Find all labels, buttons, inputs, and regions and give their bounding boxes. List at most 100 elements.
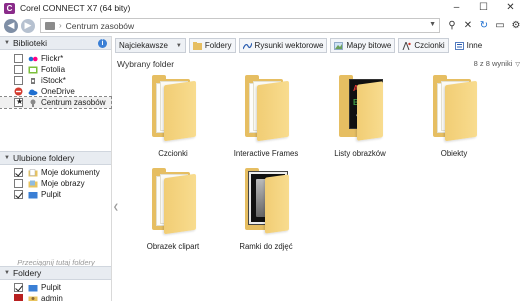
folder-tile[interactable]: Ramki do zdjęć (221, 166, 311, 266)
filter-label: Czcionki (414, 41, 445, 50)
folder-tree-item[interactable]: Pulpit (0, 282, 111, 293)
onedrive-icon (28, 89, 38, 95)
minimize-button[interactable]: – (443, 0, 470, 16)
library-item-flickr[interactable]: Flickr* (0, 53, 111, 64)
favorite-item[interactable]: Moje dokumenty (0, 167, 111, 178)
location-folder-icon (45, 21, 55, 30)
folder-tile[interactable]: A H B Y ❤ Listy obrazków (315, 73, 405, 173)
search-icon[interactable]: ⚲ (444, 18, 460, 33)
collapse-arrow-icon[interactable]: ▼ (4, 40, 10, 46)
refresh-icon[interactable]: ↻ (476, 18, 492, 33)
collapse-arrow-icon[interactable]: ▼ (4, 270, 10, 276)
favorite-checkbox[interactable] (14, 168, 23, 177)
library-checkbox[interactable] (14, 76, 23, 85)
library-item-fotolia[interactable]: Fotolia (0, 64, 111, 75)
folder-label: admin (41, 294, 63, 301)
close-button[interactable]: ✕ (497, 0, 524, 16)
arrow-left-icon: ◀ (7, 20, 15, 30)
folder-icon: A H B Y ❤ (333, 73, 387, 143)
user-folder-icon (28, 296, 38, 301)
window-controls: – ☐ ✕ (443, 0, 524, 16)
folders-header[interactable]: ▼ Foldery (0, 266, 111, 280)
font-icon (402, 41, 412, 50)
library-checkbox[interactable]: ★ (14, 97, 23, 107)
folder-tree-item[interactable]: admin (0, 293, 111, 301)
results-count[interactable]: 8 z 8 wyniki ▽ (474, 59, 520, 68)
folder-icon (427, 73, 481, 143)
folder-label: Obrazek clipart (146, 242, 200, 251)
flickr-icon (28, 56, 38, 61)
sort-dropdown[interactable]: Najciekawsze ▼ (115, 38, 186, 53)
forward-button[interactable]: ▶ (21, 18, 35, 33)
info-icon[interactable]: i (98, 39, 107, 48)
favorite-item[interactable]: Moje obrazy (0, 178, 111, 189)
library-item-istock[interactable]: iStock* (0, 75, 111, 86)
clear-icon[interactable]: ✕ (460, 18, 476, 33)
location-field[interactable]: › Centrum zasobów ▼ (40, 18, 440, 33)
folder-icon (192, 41, 202, 50)
favorites-header[interactable]: ▼ Ulubione foldery (0, 151, 111, 165)
back-button[interactable]: ◀ (4, 18, 18, 33)
folder-label: Ramki do zdjęć (239, 242, 293, 251)
filter-folders-button[interactable]: Foldery (188, 38, 236, 53)
folder-label: Interactive Frames (233, 149, 299, 158)
filter-other-button[interactable]: Inne (452, 38, 486, 53)
breadcrumb-location[interactable]: Centrum zasobów (66, 21, 135, 31)
corel-connect-app-icon: C (4, 2, 15, 14)
address-bar: ◀ ▶ › Centrum zasobów ▼ ⚲ ✕ ↻ ▭ ⚙ ▥ (0, 16, 524, 35)
folder-tile[interactable]: Obrazek clipart (128, 166, 218, 266)
library-item-onedrive[interactable]: OneDrive (0, 86, 111, 97)
filter-label: Foldery (204, 41, 232, 50)
library-item-content-hub[interactable]: ★ Centrum zasobów (0, 96, 112, 109)
library-label: iStock* (41, 76, 66, 85)
desktop-folder-icon (28, 191, 38, 198)
filter-label: Inne (466, 41, 483, 50)
desktop-folder-icon (28, 284, 38, 291)
folder-tile[interactable]: Obiekty (409, 73, 499, 173)
maximize-button[interactable]: ☐ (470, 0, 497, 16)
filter-vector-button[interactable]: Rysunki wektorowe (238, 38, 328, 53)
folder-checkbox[interactable] (14, 294, 23, 301)
section-title: Wybrany folder (117, 59, 175, 69)
istock-icon (31, 77, 35, 84)
folder-label: Czcionki (158, 149, 188, 158)
bitmap-icon (334, 41, 344, 50)
folder-tile[interactable]: Interactive Frames (221, 73, 311, 173)
folder-icon (239, 166, 293, 236)
favorite-item[interactable]: Pulpit (0, 189, 111, 200)
fotolia-icon (28, 66, 38, 73)
chevron-down-icon: ▽ (515, 62, 520, 68)
content-hub-icon (30, 99, 36, 107)
favorite-label: Moje dokumenty (41, 168, 100, 177)
favorite-label: Moje obrazy (41, 179, 85, 188)
settings-icon[interactable]: ⚙ (508, 18, 524, 33)
results-label: 8 z 8 wyniki (473, 59, 513, 68)
libraries-header[interactable]: ▼ Biblioteki i (0, 36, 111, 50)
filter-label: Rysunki wektorowe (254, 41, 324, 50)
library-label: Fotolia (41, 65, 66, 74)
favorite-checkbox[interactable] (14, 190, 23, 199)
folder-checkbox[interactable] (14, 283, 23, 292)
filter-bitmap-button[interactable]: Mapy bitowe (330, 38, 396, 53)
documents-folder-icon (28, 168, 38, 176)
favorite-label: Pulpit (41, 190, 62, 199)
library-checkbox[interactable] (14, 65, 23, 74)
other-icon (454, 41, 464, 50)
location-dropdown-icon[interactable]: ▼ (429, 21, 436, 28)
library-checkbox[interactable] (14, 54, 23, 63)
libraries-title: Biblioteki (12, 38, 47, 48)
window-title: Corel CONNECT X7 (64 bity) (20, 3, 131, 13)
pictures-folder-icon (28, 180, 38, 187)
collapse-arrow-icon[interactable]: ▼ (4, 155, 10, 161)
filter-fonts-button[interactable]: Czcionki (398, 38, 449, 53)
sort-label: Najciekawsze (119, 41, 168, 50)
folder-tile[interactable]: Czcionki (128, 73, 218, 173)
tray-icon[interactable]: ▭ (492, 18, 508, 33)
folder-label: Obiekty (440, 149, 468, 158)
library-label: Centrum zasobów (41, 98, 106, 107)
folder-icon (146, 73, 200, 143)
library-label: Flickr* (41, 54, 64, 63)
panel-splitter-icon[interactable]: ❮ (113, 203, 119, 211)
filter-toolbar: Najciekawsze ▼ Foldery Rysunki wektorowe… (115, 37, 524, 54)
favorite-checkbox[interactable] (14, 179, 23, 188)
